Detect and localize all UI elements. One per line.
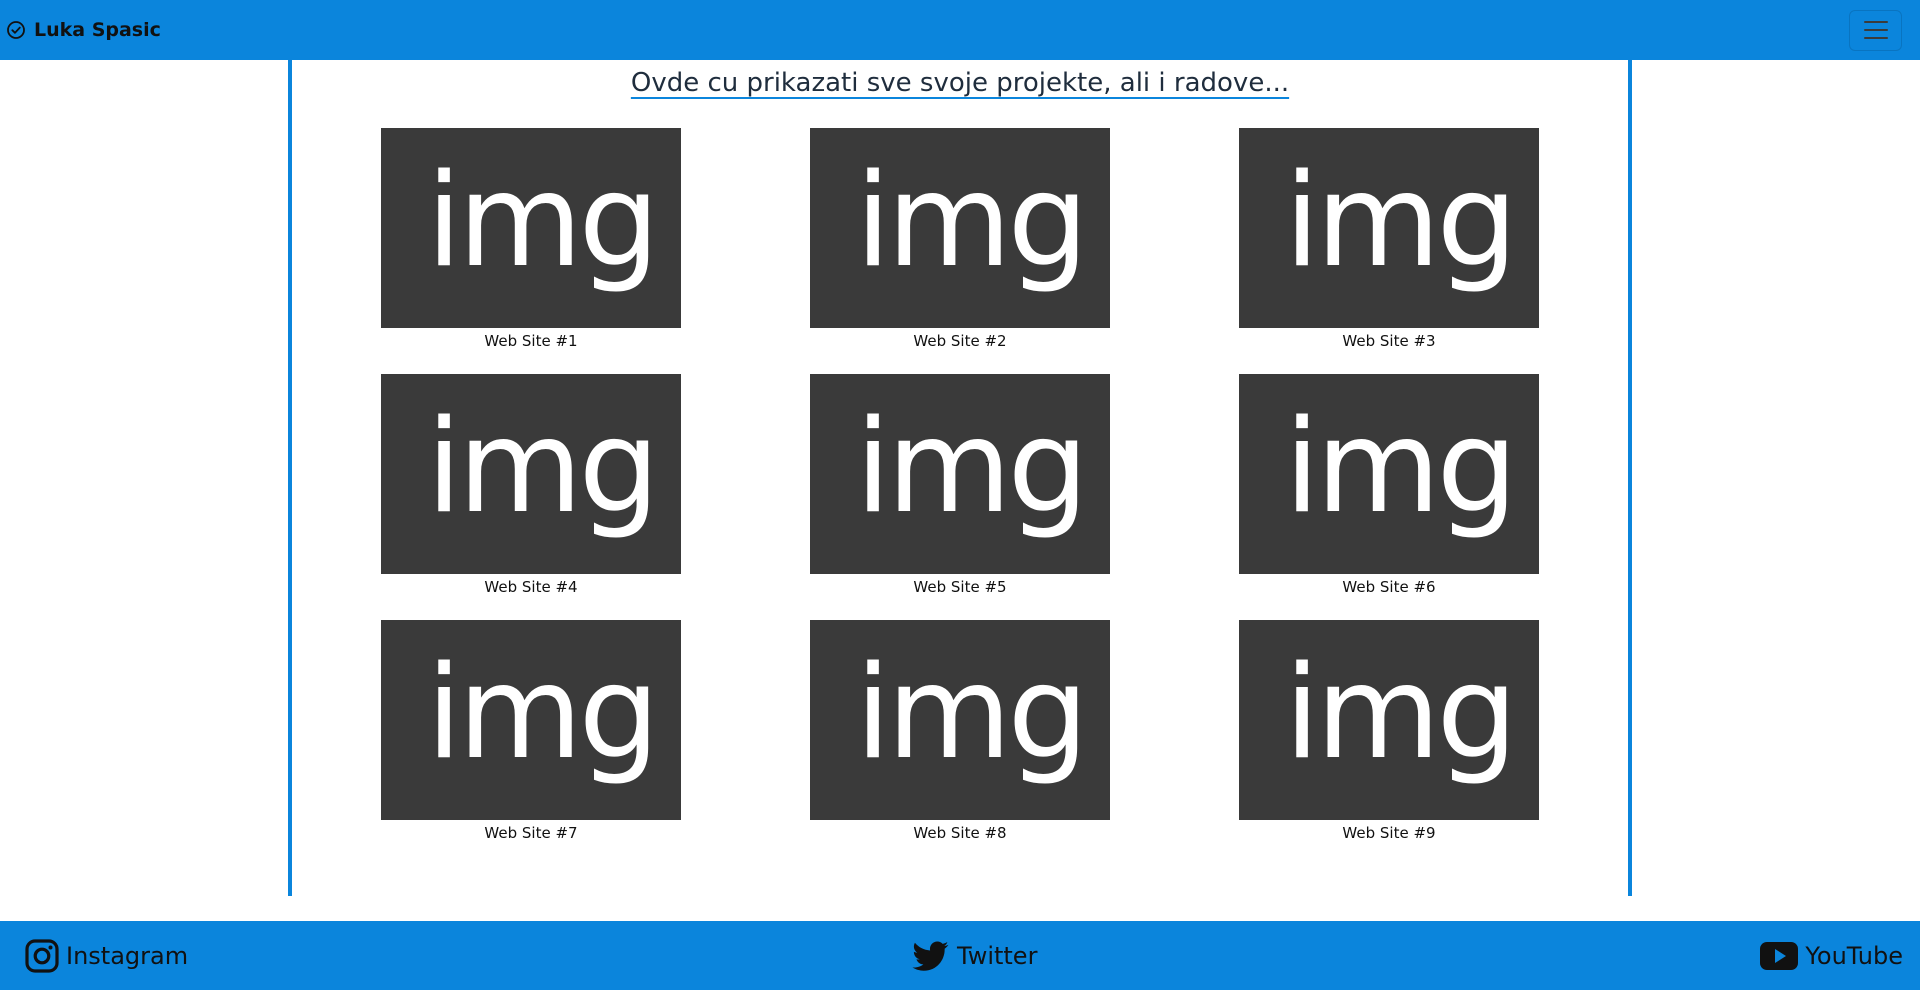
footer: Instagram Twitter YouTube: [0, 921, 1920, 990]
thumbnail-placeholder-text: img: [1284, 147, 1517, 296]
thumbnail-placeholder-text: img: [1284, 639, 1517, 788]
project-caption: Web Site #8: [913, 824, 1007, 842]
project-caption: Web Site #6: [1342, 578, 1436, 596]
project-card-4[interactable]: img Web Site #4: [381, 374, 681, 596]
project-caption: Web Site #2: [913, 332, 1007, 350]
project-card-8[interactable]: img Web Site #8: [810, 620, 1110, 842]
youtube-label: YouTube: [1805, 942, 1903, 970]
twitter-label: Twitter: [957, 942, 1038, 970]
check-circle-icon: [6, 20, 26, 40]
thumbnail-placeholder-text: img: [426, 639, 659, 788]
twitter-icon: [911, 938, 951, 974]
project-caption: Web Site #3: [1342, 332, 1436, 350]
project-card-9[interactable]: img Web Site #9: [1239, 620, 1539, 842]
brand-label: Luka Spasic: [34, 19, 161, 41]
page-title-text: Ovde cu prikazati sve svoje projekte, al…: [630, 68, 1290, 98]
project-caption: Web Site #1: [484, 332, 578, 350]
project-thumbnail[interactable]: img: [381, 374, 681, 574]
hamburger-menu-icon: [1863, 21, 1888, 23]
project-thumbnail[interactable]: img: [810, 374, 1110, 574]
thumbnail-placeholder-text: img: [1284, 393, 1517, 542]
youtube-icon: [1759, 938, 1799, 974]
project-thumbnail[interactable]: img: [381, 620, 681, 820]
navbar: Luka Spasic: [0, 0, 1920, 60]
project-thumbnail[interactable]: img: [810, 620, 1110, 820]
project-caption: Web Site #5: [913, 578, 1007, 596]
thumbnail-placeholder-text: img: [855, 639, 1088, 788]
thumbnail-placeholder-text: img: [855, 147, 1088, 296]
hamburger-menu-icon: [1863, 29, 1888, 31]
project-thumbnail[interactable]: img: [1239, 374, 1539, 574]
project-card-6[interactable]: img Web Site #6: [1239, 374, 1539, 596]
youtube-link[interactable]: YouTube: [1759, 936, 1903, 976]
brand-link[interactable]: Luka Spasic: [6, 19, 161, 41]
project-card-7[interactable]: img Web Site #7: [381, 620, 681, 842]
projects-section: Ovde cu prikazati sve svoje projekte, al…: [288, 60, 1632, 896]
thumbnail-placeholder-text: img: [855, 393, 1088, 542]
page-title: Ovde cu prikazati sve svoje projekte, al…: [292, 68, 1628, 98]
thumbnail-placeholder-text: img: [426, 147, 659, 296]
project-card-5[interactable]: img Web Site #5: [810, 374, 1110, 596]
project-thumbnail[interactable]: img: [810, 128, 1110, 328]
project-card-3[interactable]: img Web Site #3: [1239, 128, 1539, 350]
project-card-2[interactable]: img Web Site #2: [810, 128, 1110, 350]
thumbnail-placeholder-text: img: [426, 393, 659, 542]
project-thumbnail[interactable]: img: [381, 128, 681, 328]
hamburger-menu-icon: [1863, 37, 1888, 39]
project-thumbnail[interactable]: img: [1239, 620, 1539, 820]
project-thumbnail[interactable]: img: [1239, 128, 1539, 328]
project-card-1[interactable]: img Web Site #1: [381, 128, 681, 350]
project-caption: Web Site #9: [1342, 824, 1436, 842]
project-caption: Web Site #4: [484, 578, 578, 596]
instagram-icon: [24, 938, 60, 974]
instagram-label: Instagram: [66, 942, 189, 970]
project-caption: Web Site #7: [484, 824, 578, 842]
projects-grid: img Web Site #1 img Web Site #2 img Web …: [292, 128, 1628, 842]
twitter-link[interactable]: Twitter: [911, 936, 1037, 976]
instagram-link[interactable]: Instagram: [24, 936, 188, 976]
navbar-toggler-button[interactable]: [1849, 9, 1902, 51]
